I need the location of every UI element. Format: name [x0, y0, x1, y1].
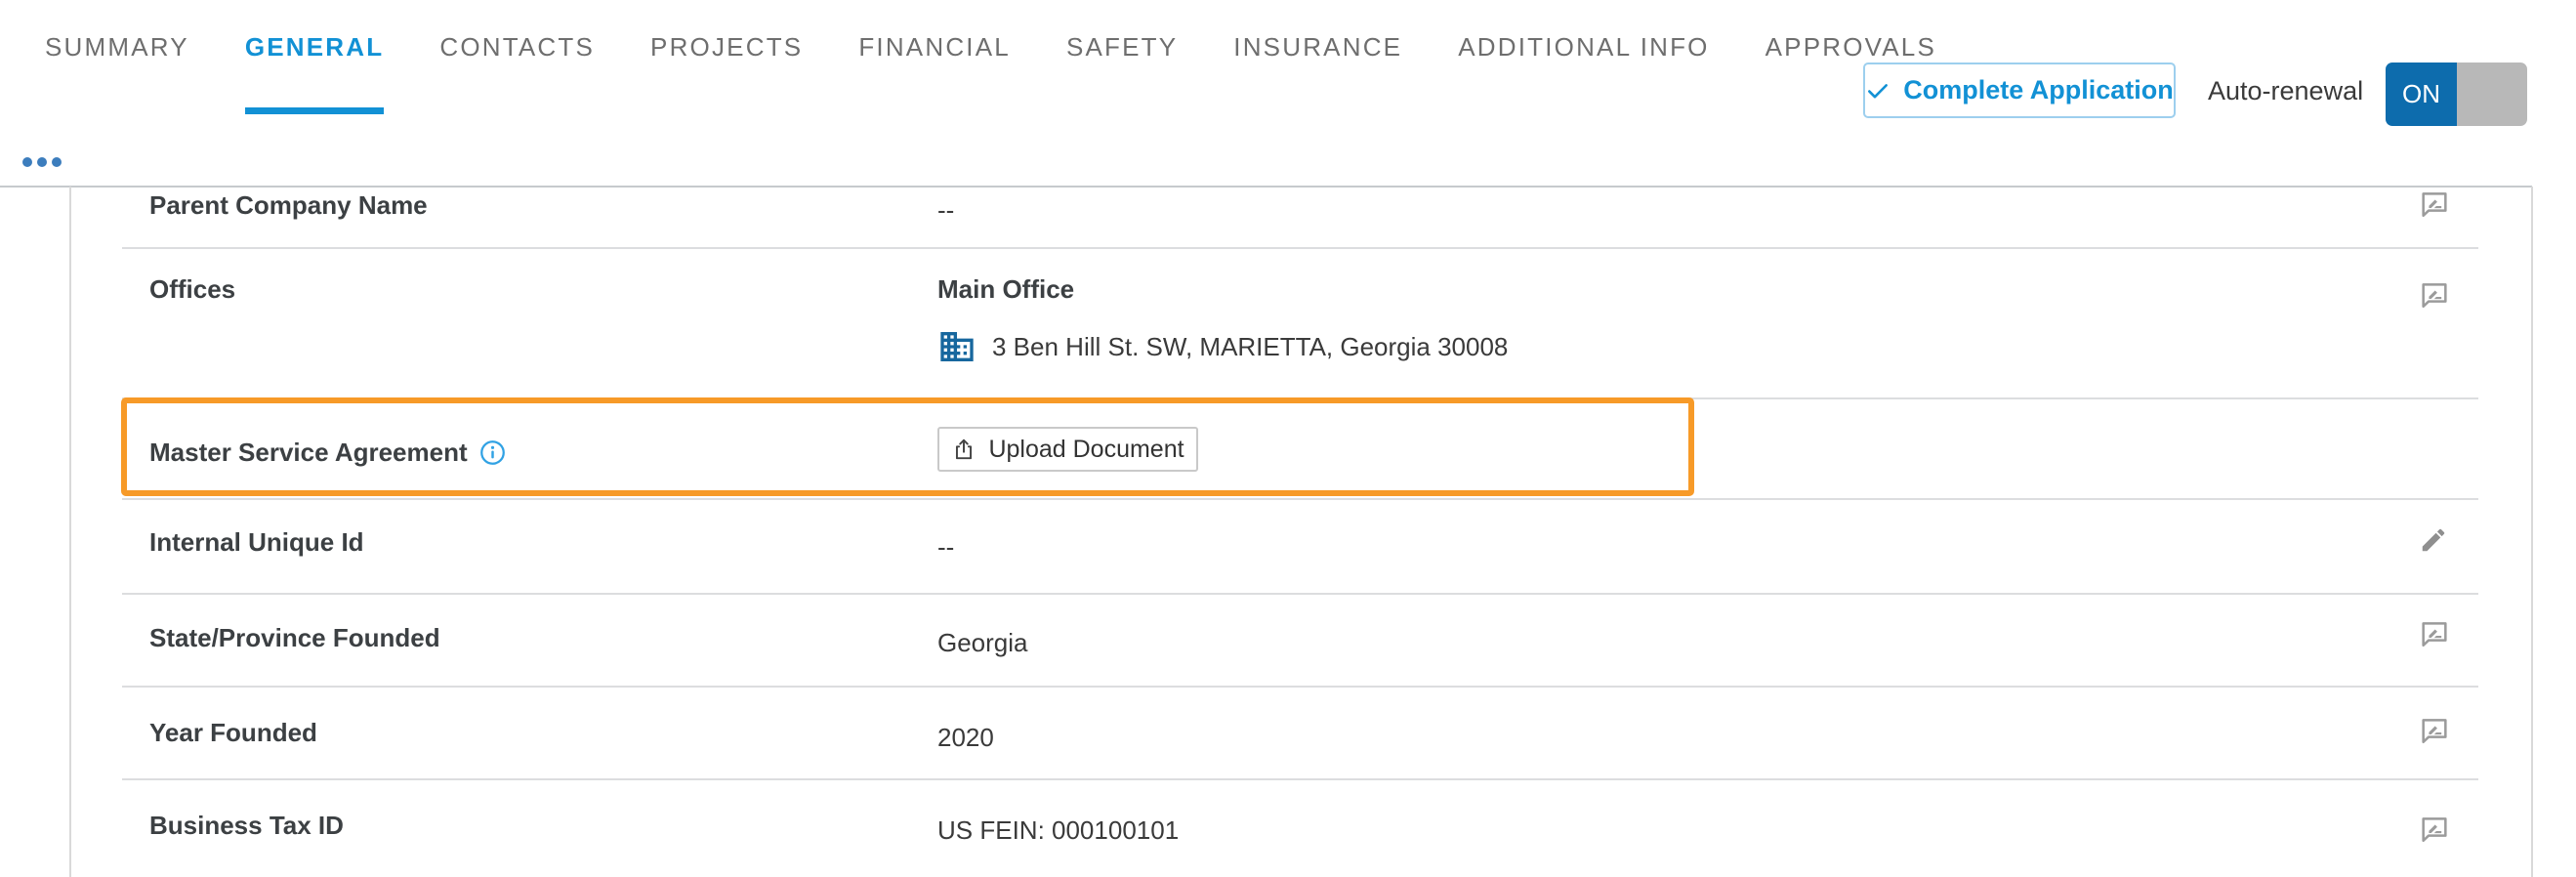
building-icon [940, 332, 974, 361]
field-row-master-service-agreement: Master Service Agreement Upload Document [121, 397, 2478, 500]
field-label: Internal Unique Id [149, 527, 364, 557]
field-label: State/Province Founded [149, 623, 440, 652]
field-row-state-province-founded: State/Province Founded Georgia [122, 595, 2478, 688]
field-label: Master Service Agreement [149, 436, 506, 469]
tab-bar: SUMMARY GENERAL CONTACTS PROJECTS FINANC… [45, 0, 1936, 114]
tab-contacts[interactable]: CONTACTS [439, 0, 595, 114]
field-label: Business Tax ID [149, 811, 344, 840]
field-row-business-tax-id: Business Tax ID US FEIN: 000100101 [122, 780, 2478, 877]
rate-review-icon[interactable] [2419, 814, 2452, 847]
info-icon[interactable] [479, 439, 506, 466]
tab-general[interactable]: GENERAL [244, 0, 385, 114]
toggle-on-label: ON [2386, 63, 2457, 126]
tab-summary[interactable]: SUMMARY [45, 0, 189, 114]
field-value: 2020 [937, 723, 994, 752]
office-address: 3 Ben Hill St. SW, MARIETTA, Georgia 300… [937, 327, 1508, 366]
field-value: Georgia [937, 628, 1028, 657]
vendor-general-page: SUMMARY GENERAL CONTACTS PROJECTS FINANC… [0, 0, 2576, 877]
upload-document-button[interactable]: Upload Document [937, 427, 1198, 472]
field-value: US FEIN: 000100101 [937, 815, 1180, 845]
rate-review-icon[interactable] [2419, 715, 2452, 748]
field-label-text: Master Service Agreement [149, 438, 468, 467]
complete-application-label: Complete Application [1903, 75, 2174, 104]
auto-renewal-label: Auto-renewal [2208, 76, 2364, 105]
tab-insurance[interactable]: INSURANCE [1233, 0, 1402, 114]
auto-renewal-toggle[interactable]: ON [2386, 63, 2527, 126]
toggle-off-track [2457, 63, 2527, 126]
rate-review-icon[interactable] [2419, 279, 2452, 313]
left-panel-border [69, 187, 71, 877]
tab-additional-info[interactable]: ADDITIONAL INFO [1458, 0, 1709, 114]
field-value: -- [937, 195, 955, 225]
edit-pencil-icon[interactable] [2419, 525, 2452, 559]
complete-application-button[interactable]: Complete Application [1863, 63, 2176, 118]
field-row-internal-unique-id: Internal Unique Id -- [122, 500, 2478, 595]
upload-icon [956, 438, 973, 460]
office-value: Main Office 3 Ben Hill St. SW, MARIETTA,… [937, 272, 1508, 366]
check-icon [1868, 83, 1889, 98]
field-label: Offices [149, 274, 236, 304]
field-row-parent-company-name: Parent Company Name -- [122, 187, 2478, 249]
field-label: Year Founded [149, 718, 317, 747]
rate-review-icon[interactable] [2419, 188, 2452, 222]
field-value: -- [937, 532, 955, 562]
tab-safety[interactable]: SAFETY [1066, 0, 1178, 114]
field-label: Parent Company Name [149, 190, 428, 220]
right-panel-border [2531, 187, 2533, 877]
tab-projects[interactable]: PROJECTS [650, 0, 803, 114]
upload-document-label: Upload Document [988, 435, 1184, 463]
field-row-year-founded: Year Founded 2020 [122, 688, 2478, 780]
tab-financial[interactable]: FINANCIAL [858, 0, 1011, 114]
field-row-offices: Offices Main Office 3 Ben Hill St. SW, M… [122, 249, 2478, 399]
ellipsis-icon[interactable] [22, 157, 62, 167]
office-address-text: 3 Ben Hill St. SW, MARIETTA, Georgia 300… [992, 332, 1509, 361]
office-name: Main Office [937, 274, 1075, 304]
rate-review-icon[interactable] [2419, 618, 2452, 651]
